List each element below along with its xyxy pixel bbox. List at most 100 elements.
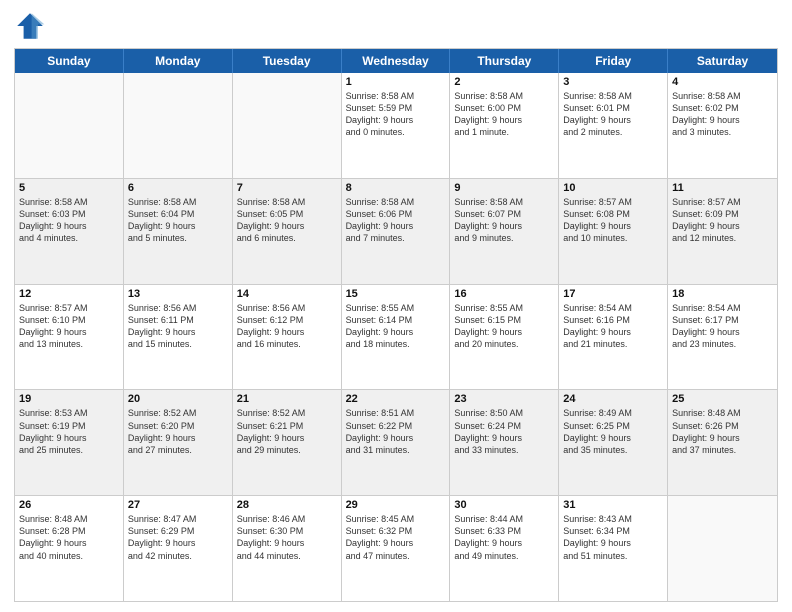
calendar-cell: 26Sunrise: 8:48 AM Sunset: 6:28 PM Dayli… <box>15 496 124 601</box>
calendar-cell: 5 Sunrise: 8:58 AM Sunset: 6:03 PM Daylig… <box>15 179 124 284</box>
day-detail: Sunrise: 8:57 AM Sunset: 6:10 PM Dayligh… <box>19 302 119 351</box>
day-header-saturday: Saturday <box>668 49 777 73</box>
day-detail: Sunrise: 8:58 AM Sunset: 6:03 PM Dayligh… <box>19 196 119 245</box>
day-header-sunday: Sunday <box>15 49 124 73</box>
calendar-cell: 18Sunrise: 8:54 AM Sunset: 6:17 PM Dayli… <box>668 285 777 390</box>
calendar-cell: 17Sunrise: 8:54 AM Sunset: 6:16 PM Dayli… <box>559 285 668 390</box>
day-detail: Sunrise: 8:58 AM Sunset: 6:04 PM Dayligh… <box>128 196 228 245</box>
calendar-cell: 27 Sunrise: 8:47 AM Sunset: 6:29 PM Dayli… <box>124 496 233 601</box>
calendar-cell <box>15 73 124 178</box>
day-number: 16 <box>454 288 554 300</box>
page: SundayMondayTuesdayWednesdayThursdayFrid… <box>0 0 792 612</box>
day-number: 1 <box>346 76 446 88</box>
day-detail: Sunrise: 8:55 AM Sunset: 6:15 PM Dayligh… <box>454 302 554 351</box>
calendar-cell: 15 Sunrise: 8:55 AM Sunset: 6:14 PM Dayli… <box>342 285 451 390</box>
logo-icon <box>14 10 46 42</box>
day-detail: Sunrise: 8:58 AM Sunset: 5:59 PM Dayligh… <box>346 90 446 139</box>
day-detail: Sunrise: 8:55 AM Sunset: 6:14 PM Dayligh… <box>346 302 446 351</box>
day-detail: Sunrise: 8:57 AM Sunset: 6:09 PM Dayligh… <box>672 196 773 245</box>
day-detail: Sunrise: 8:57 AM Sunset: 6:08 PM Dayligh… <box>563 196 663 245</box>
day-number: 11 <box>672 182 773 194</box>
day-number: 25 <box>672 393 773 405</box>
day-number: 3 <box>563 76 663 88</box>
day-detail: Sunrise: 8:58 AM Sunset: 6:02 PM Dayligh… <box>672 90 773 139</box>
calendar-cell: 6Sunrise: 8:58 AM Sunset: 6:04 PM Daylig… <box>124 179 233 284</box>
day-detail: Sunrise: 8:50 AM Sunset: 6:24 PM Dayligh… <box>454 407 554 456</box>
calendar-cell: 2 Sunrise: 8:58 AM Sunset: 6:00 PM Daylig… <box>450 73 559 178</box>
day-number: 14 <box>237 288 337 300</box>
logo <box>14 10 50 42</box>
calendar-week-1: 1 Sunrise: 8:58 AM Sunset: 5:59 PM Daylig… <box>15 73 777 179</box>
calendar-cell: 4 Sunrise: 8:58 AM Sunset: 6:02 PM Daylig… <box>668 73 777 178</box>
day-detail: Sunrise: 8:56 AM Sunset: 6:11 PM Dayligh… <box>128 302 228 351</box>
calendar-cell: 20 Sunrise: 8:52 AM Sunset: 6:20 PM Dayli… <box>124 390 233 495</box>
day-number: 2 <box>454 76 554 88</box>
day-number: 15 <box>346 288 446 300</box>
day-number: 24 <box>563 393 663 405</box>
day-number: 27 <box>128 499 228 511</box>
calendar-cell: 14 Sunrise: 8:56 AM Sunset: 6:12 PM Dayli… <box>233 285 342 390</box>
day-detail: Sunrise: 8:58 AM Sunset: 6:06 PM Dayligh… <box>346 196 446 245</box>
calendar-cell: 30 Sunrise: 8:44 AM Sunset: 6:33 PM Dayli… <box>450 496 559 601</box>
calendar-cell: 19Sunrise: 8:53 AM Sunset: 6:19 PM Dayli… <box>15 390 124 495</box>
calendar-cell: 21 Sunrise: 8:52 AM Sunset: 6:21 PM Dayli… <box>233 390 342 495</box>
day-detail: Sunrise: 8:45 AM Sunset: 6:32 PM Dayligh… <box>346 513 446 562</box>
day-detail: Sunrise: 8:54 AM Sunset: 6:16 PM Dayligh… <box>563 302 663 351</box>
calendar-cell: 10 Sunrise: 8:57 AM Sunset: 6:08 PM Dayli… <box>559 179 668 284</box>
day-number: 29 <box>346 499 446 511</box>
calendar-cell: 8 Sunrise: 8:58 AM Sunset: 6:06 PM Daylig… <box>342 179 451 284</box>
calendar-cell: 9 Sunrise: 8:58 AM Sunset: 6:07 PM Daylig… <box>450 179 559 284</box>
day-number: 8 <box>346 182 446 194</box>
day-number: 28 <box>237 499 337 511</box>
calendar-cell: 12 Sunrise: 8:57 AM Sunset: 6:10 PM Dayli… <box>15 285 124 390</box>
calendar-cell: 25 Sunrise: 8:48 AM Sunset: 6:26 PM Dayli… <box>668 390 777 495</box>
calendar: SundayMondayTuesdayWednesdayThursdayFrid… <box>14 48 778 602</box>
day-detail: Sunrise: 8:47 AM Sunset: 6:29 PM Dayligh… <box>128 513 228 562</box>
calendar-cell: 1 Sunrise: 8:58 AM Sunset: 5:59 PM Daylig… <box>342 73 451 178</box>
day-detail: Sunrise: 8:48 AM Sunset: 6:26 PM Dayligh… <box>672 407 773 456</box>
day-number: 12 <box>19 288 119 300</box>
calendar-cell: 22 Sunrise: 8:51 AM Sunset: 6:22 PM Dayli… <box>342 390 451 495</box>
day-number: 22 <box>346 393 446 405</box>
day-header-wednesday: Wednesday <box>342 49 451 73</box>
day-detail: Sunrise: 8:48 AM Sunset: 6:28 PM Dayligh… <box>19 513 119 562</box>
day-number: 31 <box>563 499 663 511</box>
day-header-thursday: Thursday <box>450 49 559 73</box>
day-detail: Sunrise: 8:46 AM Sunset: 6:30 PM Dayligh… <box>237 513 337 562</box>
day-number: 7 <box>237 182 337 194</box>
calendar-cell: 31 Sunrise: 8:43 AM Sunset: 6:34 PM Dayli… <box>559 496 668 601</box>
calendar-cell <box>233 73 342 178</box>
day-detail: Sunrise: 8:58 AM Sunset: 6:01 PM Dayligh… <box>563 90 663 139</box>
calendar-cell: 7 Sunrise: 8:58 AM Sunset: 6:05 PM Daylig… <box>233 179 342 284</box>
calendar-cell: 13 Sunrise: 8:56 AM Sunset: 6:11 PM Dayli… <box>124 285 233 390</box>
day-detail: Sunrise: 8:52 AM Sunset: 6:21 PM Dayligh… <box>237 407 337 456</box>
calendar-cell: 16 Sunrise: 8:55 AM Sunset: 6:15 PM Dayli… <box>450 285 559 390</box>
calendar-cell: 23Sunrise: 8:50 AM Sunset: 6:24 PM Dayli… <box>450 390 559 495</box>
day-header-friday: Friday <box>559 49 668 73</box>
day-number: 13 <box>128 288 228 300</box>
day-number: 5 <box>19 182 119 194</box>
day-number: 9 <box>454 182 554 194</box>
calendar-cell <box>124 73 233 178</box>
day-detail: Sunrise: 8:58 AM Sunset: 6:05 PM Dayligh… <box>237 196 337 245</box>
day-number: 21 <box>237 393 337 405</box>
day-number: 19 <box>19 393 119 405</box>
day-detail: Sunrise: 8:49 AM Sunset: 6:25 PM Dayligh… <box>563 407 663 456</box>
day-number: 20 <box>128 393 228 405</box>
day-detail: Sunrise: 8:56 AM Sunset: 6:12 PM Dayligh… <box>237 302 337 351</box>
header <box>14 10 778 42</box>
day-number: 30 <box>454 499 554 511</box>
calendar-cell: 3 Sunrise: 8:58 AM Sunset: 6:01 PM Daylig… <box>559 73 668 178</box>
calendar-week-2: 5 Sunrise: 8:58 AM Sunset: 6:03 PM Daylig… <box>15 179 777 285</box>
calendar-week-5: 26Sunrise: 8:48 AM Sunset: 6:28 PM Dayli… <box>15 496 777 601</box>
calendar-cell <box>668 496 777 601</box>
day-detail: Sunrise: 8:58 AM Sunset: 6:07 PM Dayligh… <box>454 196 554 245</box>
day-number: 4 <box>672 76 773 88</box>
day-detail: Sunrise: 8:43 AM Sunset: 6:34 PM Dayligh… <box>563 513 663 562</box>
day-detail: Sunrise: 8:52 AM Sunset: 6:20 PM Dayligh… <box>128 407 228 456</box>
day-number: 10 <box>563 182 663 194</box>
day-detail: Sunrise: 8:51 AM Sunset: 6:22 PM Dayligh… <box>346 407 446 456</box>
calendar-header-row: SundayMondayTuesdayWednesdayThursdayFrid… <box>15 49 777 73</box>
day-detail: Sunrise: 8:58 AM Sunset: 6:00 PM Dayligh… <box>454 90 554 139</box>
day-detail: Sunrise: 8:44 AM Sunset: 6:33 PM Dayligh… <box>454 513 554 562</box>
